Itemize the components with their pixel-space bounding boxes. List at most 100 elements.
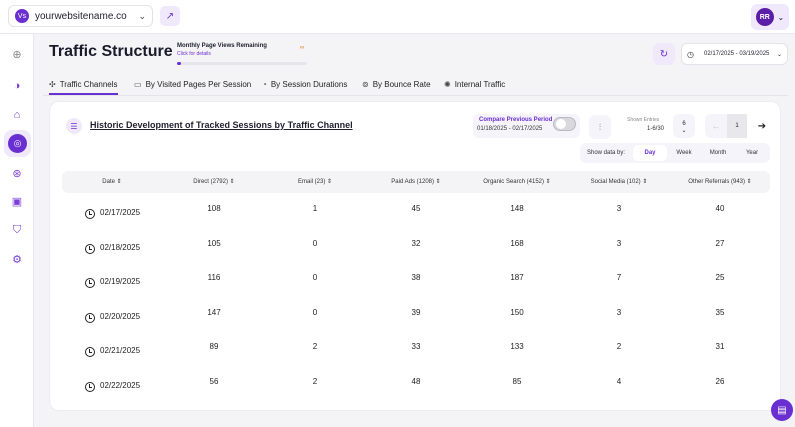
show-by-year[interactable]: Year bbox=[735, 145, 769, 161]
channels-icon: ✣ bbox=[49, 80, 56, 89]
pagination: ← 1 ➔ bbox=[705, 114, 775, 138]
traffic-active-icon: ◎ bbox=[8, 134, 27, 153]
cell-organic: 148 bbox=[510, 204, 524, 213]
clock-icon bbox=[85, 347, 95, 357]
column-header-direct[interactable]: Direct (2792) ⇕ bbox=[193, 178, 234, 185]
pageviews-widget[interactable]: Monthly Page Views Remaining Click for d… bbox=[177, 43, 307, 65]
column-header-email[interactable]: Email (23) ⇕ bbox=[298, 178, 332, 185]
site-logo-icon: Vs bbox=[15, 9, 29, 23]
show-by-day[interactable]: Day bbox=[633, 145, 668, 161]
table-row: 02/21/2025 89 2 33 133 2 31 bbox=[62, 336, 770, 370]
row-date: 02/19/2025 bbox=[100, 277, 141, 286]
database-icon: ☰ bbox=[66, 118, 82, 134]
tab-bounce-rate[interactable]: ⊚ By Bounce Rate bbox=[362, 80, 431, 89]
card-title[interactable]: Historic Development of Tracked Sessions… bbox=[90, 120, 353, 130]
website-name: yourwebsitename.co bbox=[35, 10, 127, 22]
cell-paid: 33 bbox=[411, 342, 421, 351]
cell-email: 2 bbox=[312, 376, 318, 386]
cell-other: 25 bbox=[715, 273, 725, 282]
bounce-icon: ⊚ bbox=[362, 80, 369, 89]
table-row: 02/22/2025 56 2 48 85 4 26 bbox=[62, 371, 770, 405]
pageviews-details-link[interactable]: Click for details bbox=[177, 51, 307, 57]
date-range-value: 02/17/2025 - 03/19/2025 bbox=[703, 51, 770, 57]
column-header-date[interactable]: Date ⇕ bbox=[102, 178, 121, 185]
table-row: 02/18/2025 105 0 32 168 3 27 bbox=[62, 233, 770, 267]
cell-organic: 187 bbox=[510, 273, 524, 282]
cell-social: 2 bbox=[616, 342, 622, 351]
entries-per-page-select[interactable]: 6 ⌄ bbox=[673, 114, 695, 138]
cell-organic: 85 bbox=[512, 376, 522, 386]
cell-direct: 116 bbox=[207, 273, 221, 282]
previous-page-button[interactable]: ← bbox=[705, 114, 727, 138]
tab-session-durations[interactable]: ◔ By Session Durations bbox=[262, 80, 347, 89]
clock-icon bbox=[85, 209, 95, 219]
table-row: 02/20/2025 147 0 39 150 3 35 bbox=[62, 302, 770, 336]
avatar: RR bbox=[755, 8, 774, 26]
compare-toggle[interactable] bbox=[553, 117, 576, 131]
cell-direct: 105 bbox=[207, 238, 221, 248]
user-menu[interactable]: RR ⌄ bbox=[751, 4, 789, 30]
refresh-button[interactable]: ↻ bbox=[653, 43, 675, 65]
cell-other: 27 bbox=[715, 238, 725, 248]
shown-entries: Shown Entries 1-6/30 6 ⌄ bbox=[625, 114, 695, 138]
clock-icon bbox=[85, 312, 95, 323]
goals-nav-icon[interactable]: ⊛ bbox=[8, 164, 26, 182]
tab-label: By Visited Pages Per Session bbox=[145, 80, 252, 89]
tab-label: Traffic Channels bbox=[59, 80, 118, 89]
chat-button[interactable]: ▤ bbox=[771, 399, 793, 421]
show-by-month[interactable]: Month bbox=[701, 145, 735, 161]
cell-email: 2 bbox=[312, 342, 318, 351]
row-date: 02/21/2025 bbox=[100, 346, 141, 355]
date-range-picker[interactable]: ◷ 02/17/2025 - 03/19/2025 ⌄ bbox=[681, 43, 788, 65]
column-filter-button[interactable]: ⫶ bbox=[589, 115, 611, 139]
show-by-week[interactable]: Week bbox=[667, 145, 701, 161]
toggle-knob bbox=[556, 119, 566, 129]
cell-social: 4 bbox=[616, 376, 622, 386]
clock-icon bbox=[85, 381, 95, 392]
show-data-by: Show data by: Day Week Month Year bbox=[580, 143, 770, 163]
clock-icon bbox=[85, 278, 95, 288]
row-date: 02/20/2025 bbox=[100, 311, 141, 321]
cell-paid: 45 bbox=[411, 204, 421, 213]
settings-nav-icon[interactable]: ⚙ bbox=[8, 250, 26, 268]
traffic-nav-icon[interactable]: ◎ bbox=[4, 130, 31, 157]
tab-internal-traffic[interactable]: ✺ Internal Traffic bbox=[444, 80, 505, 89]
open-external-button[interactable]: ↗ bbox=[160, 6, 180, 26]
pages-nav-icon[interactable]: ⌂ bbox=[8, 106, 26, 124]
duration-icon: ◔ bbox=[262, 80, 267, 89]
pages-icon: ▭ bbox=[134, 80, 142, 89]
column-header-paid-ads[interactable]: Paid Ads (1208) ⇕ bbox=[391, 178, 440, 185]
chevron-down-icon: ⌄ bbox=[776, 51, 782, 58]
cell-organic: 150 bbox=[510, 307, 524, 317]
current-page[interactable]: 1 bbox=[727, 114, 747, 138]
tab-label: By Session Durations bbox=[270, 80, 348, 89]
compare-dates: 01/18/2025 - 02/17/2025 bbox=[477, 126, 543, 132]
messages-nav-icon[interactable]: ▣ bbox=[8, 192, 26, 210]
cell-social: 3 bbox=[616, 204, 622, 213]
row-date: 02/17/2025 bbox=[100, 208, 141, 217]
chevron-down-icon: ⌄ bbox=[777, 12, 785, 22]
tab-visited-pages[interactable]: ▭ By Visited Pages Per Session bbox=[134, 80, 251, 89]
column-header-organic-search[interactable]: Organic Search (4152) ⇕ bbox=[483, 178, 550, 185]
next-page-button[interactable]: ➔ bbox=[751, 114, 773, 138]
internal-icon: ✺ bbox=[444, 80, 451, 89]
dashboard-icon[interactable]: ◑ bbox=[8, 77, 26, 95]
website-selector[interactable]: Vs yourwebsitename.co ⌄ bbox=[8, 5, 153, 27]
column-header-social-media[interactable]: Social Media (102) ⇕ bbox=[591, 178, 648, 185]
cell-paid: 48 bbox=[411, 376, 421, 386]
pageviews-progress-fill bbox=[177, 62, 181, 65]
cell-direct: 108 bbox=[207, 204, 221, 213]
row-date: 02/18/2025 bbox=[100, 242, 141, 252]
top-bar: Vs yourwebsitename.co ⌄ ↗ RR ⌄ bbox=[0, 0, 795, 34]
cell-paid: 38 bbox=[411, 273, 421, 282]
column-header-other-referrals[interactable]: Other Referrals (943) ⇕ bbox=[688, 178, 751, 185]
cell-direct: 56 bbox=[209, 376, 219, 386]
cell-social: 3 bbox=[616, 307, 622, 317]
security-nav-icon[interactable]: ⛉ bbox=[8, 221, 26, 239]
cell-other: 26 bbox=[715, 376, 725, 386]
collapse-sidebar-icon[interactable]: ⊕ bbox=[8, 45, 26, 63]
tab-traffic-channels[interactable]: ✣ Traffic Channels bbox=[49, 80, 118, 95]
pageviews-progress-bar bbox=[177, 62, 307, 65]
compare-label: Compare Previous Period bbox=[479, 117, 553, 123]
entries-select-value: 6 bbox=[682, 121, 686, 127]
